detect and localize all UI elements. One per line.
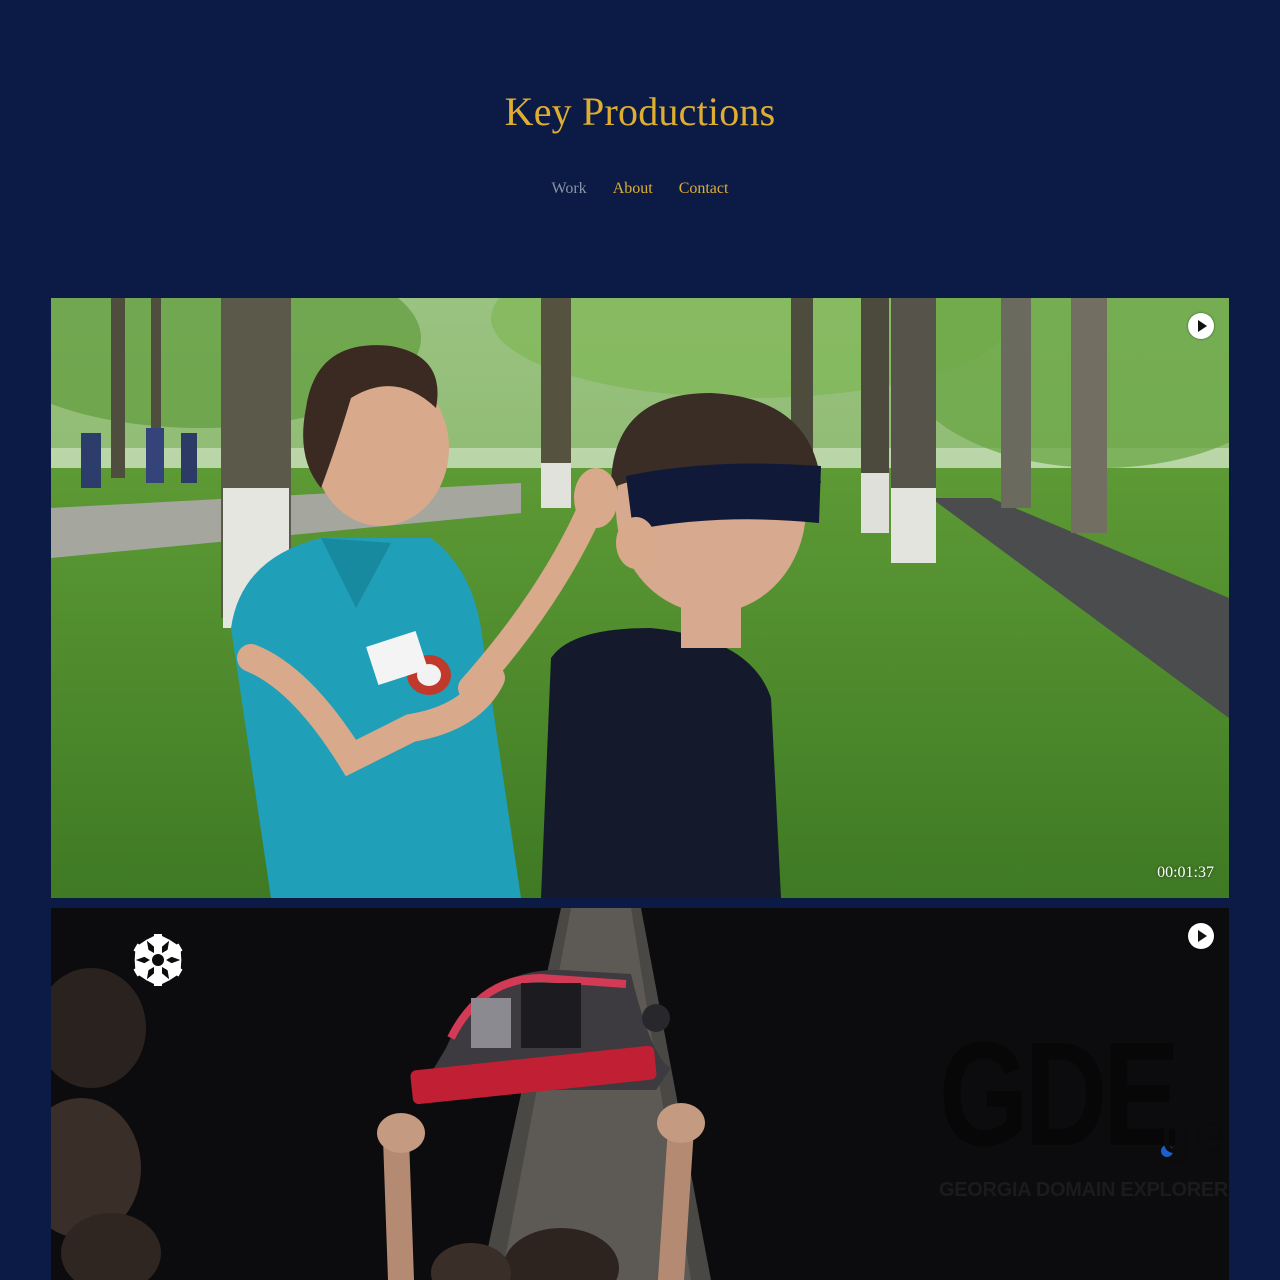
gde-logo-tagline: GEORGIA DOMAIN EXPLORER bbox=[939, 1179, 1229, 1201]
play-icon[interactable] bbox=[1188, 313, 1214, 339]
video-thumbnail-1[interactable]: 00:01:37 bbox=[51, 298, 1229, 898]
video-duration: 00:01:37 bbox=[1157, 864, 1214, 881]
nav-about[interactable]: About bbox=[613, 180, 653, 198]
nav-contact[interactable]: Contact bbox=[679, 180, 729, 198]
gde-logo: GDE ge GEORGIA DOMAIN EXPLORER bbox=[939, 1021, 1229, 1203]
gde-logo-main: GDE bbox=[939, 1012, 1180, 1177]
nav-work[interactable]: Work bbox=[552, 180, 587, 198]
video-thumbnail-2[interactable]: GDE ge GEORGIA DOMAIN EXPLORER bbox=[51, 908, 1229, 1280]
site-title[interactable]: Key Productions bbox=[0, 88, 1280, 135]
gde-logo-tld: ge bbox=[1161, 1101, 1226, 1166]
main-nav: Work About Contact bbox=[0, 180, 1280, 198]
play-icon[interactable] bbox=[1188, 923, 1214, 949]
video-still-park-blindfold bbox=[51, 298, 1229, 898]
